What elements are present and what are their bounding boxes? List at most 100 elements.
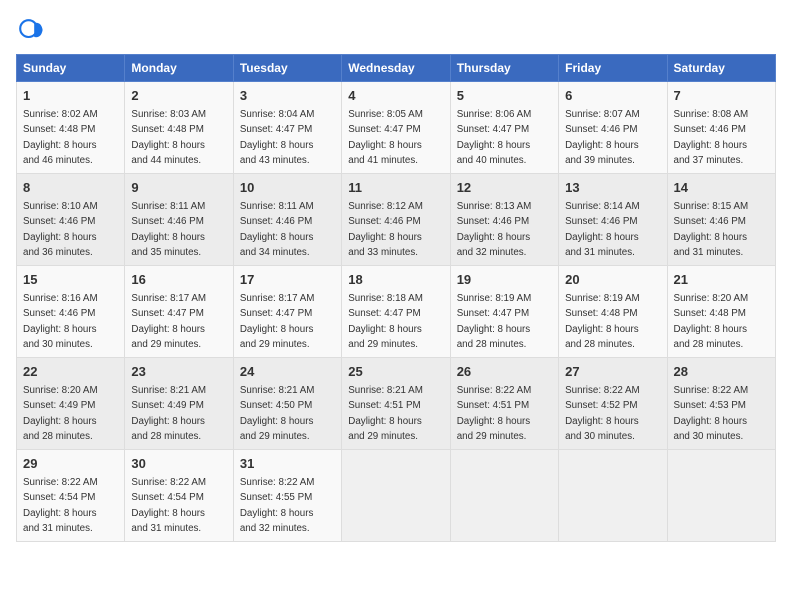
calendar-week-row: 1 Sunrise: 8:02 AMSunset: 4:48 PMDayligh… (17, 82, 776, 174)
calendar-cell: 15 Sunrise: 8:16 AMSunset: 4:46 PMDaylig… (17, 266, 125, 358)
day-number: 24 (240, 363, 335, 381)
day-info: Sunrise: 8:22 AMSunset: 4:55 PMDaylight:… (240, 477, 315, 534)
day-info: Sunrise: 8:02 AMSunset: 4:48 PMDaylight:… (23, 109, 98, 166)
day-header-saturday: Saturday (667, 55, 775, 82)
calendar-cell: 17 Sunrise: 8:17 AMSunset: 4:47 PMDaylig… (233, 266, 341, 358)
calendar-cell: 7 Sunrise: 8:08 AMSunset: 4:46 PMDayligh… (667, 82, 775, 174)
calendar-week-row: 22 Sunrise: 8:20 AMSunset: 4:49 PMDaylig… (17, 358, 776, 450)
calendar-cell: 16 Sunrise: 8:17 AMSunset: 4:47 PMDaylig… (125, 266, 233, 358)
day-info: Sunrise: 8:12 AMSunset: 4:46 PMDaylight:… (348, 201, 423, 258)
calendar-cell: 11 Sunrise: 8:12 AMSunset: 4:46 PMDaylig… (342, 174, 450, 266)
calendar-cell: 5 Sunrise: 8:06 AMSunset: 4:47 PMDayligh… (450, 82, 558, 174)
day-number: 11 (348, 179, 443, 197)
day-info: Sunrise: 8:14 AMSunset: 4:46 PMDaylight:… (565, 201, 640, 258)
day-info: Sunrise: 8:08 AMSunset: 4:46 PMDaylight:… (674, 109, 749, 166)
day-number: 5 (457, 87, 552, 105)
day-number: 16 (131, 271, 226, 289)
day-number: 21 (674, 271, 769, 289)
calendar-cell: 18 Sunrise: 8:18 AMSunset: 4:47 PMDaylig… (342, 266, 450, 358)
day-info: Sunrise: 8:10 AMSunset: 4:46 PMDaylight:… (23, 201, 98, 258)
day-number: 27 (565, 363, 660, 381)
logo (16, 16, 48, 44)
calendar-cell: 13 Sunrise: 8:14 AMSunset: 4:46 PMDaylig… (559, 174, 667, 266)
day-info: Sunrise: 8:16 AMSunset: 4:46 PMDaylight:… (23, 293, 98, 350)
day-number: 18 (348, 271, 443, 289)
day-number: 22 (23, 363, 118, 381)
calendar-cell (450, 450, 558, 542)
day-info: Sunrise: 8:22 AMSunset: 4:54 PMDaylight:… (23, 477, 98, 534)
day-number: 9 (131, 179, 226, 197)
calendar-week-row: 29 Sunrise: 8:22 AMSunset: 4:54 PMDaylig… (17, 450, 776, 542)
day-number: 29 (23, 455, 118, 473)
calendar-cell: 19 Sunrise: 8:19 AMSunset: 4:47 PMDaylig… (450, 266, 558, 358)
day-info: Sunrise: 8:04 AMSunset: 4:47 PMDaylight:… (240, 109, 315, 166)
calendar-week-row: 8 Sunrise: 8:10 AMSunset: 4:46 PMDayligh… (17, 174, 776, 266)
calendar-cell: 27 Sunrise: 8:22 AMSunset: 4:52 PMDaylig… (559, 358, 667, 450)
day-info: Sunrise: 8:15 AMSunset: 4:46 PMDaylight:… (674, 201, 749, 258)
day-number: 6 (565, 87, 660, 105)
calendar-cell (667, 450, 775, 542)
calendar-cell: 29 Sunrise: 8:22 AMSunset: 4:54 PMDaylig… (17, 450, 125, 542)
day-number: 30 (131, 455, 226, 473)
day-info: Sunrise: 8:11 AMSunset: 4:46 PMDaylight:… (131, 201, 205, 258)
calendar-cell: 4 Sunrise: 8:05 AMSunset: 4:47 PMDayligh… (342, 82, 450, 174)
day-number: 17 (240, 271, 335, 289)
day-number: 13 (565, 179, 660, 197)
calendar-cell: 22 Sunrise: 8:20 AMSunset: 4:49 PMDaylig… (17, 358, 125, 450)
day-number: 2 (131, 87, 226, 105)
day-header-tuesday: Tuesday (233, 55, 341, 82)
day-number: 15 (23, 271, 118, 289)
day-header-wednesday: Wednesday (342, 55, 450, 82)
day-number: 12 (457, 179, 552, 197)
day-info: Sunrise: 8:20 AMSunset: 4:49 PMDaylight:… (23, 385, 98, 442)
day-number: 8 (23, 179, 118, 197)
calendar-cell: 25 Sunrise: 8:21 AMSunset: 4:51 PMDaylig… (342, 358, 450, 450)
calendar-cell: 6 Sunrise: 8:07 AMSunset: 4:46 PMDayligh… (559, 82, 667, 174)
day-number: 28 (674, 363, 769, 381)
calendar-cell: 3 Sunrise: 8:04 AMSunset: 4:47 PMDayligh… (233, 82, 341, 174)
day-number: 4 (348, 87, 443, 105)
day-number: 26 (457, 363, 552, 381)
day-number: 25 (348, 363, 443, 381)
day-number: 10 (240, 179, 335, 197)
calendar-cell: 8 Sunrise: 8:10 AMSunset: 4:46 PMDayligh… (17, 174, 125, 266)
day-header-sunday: Sunday (17, 55, 125, 82)
day-info: Sunrise: 8:22 AMSunset: 4:53 PMDaylight:… (674, 385, 749, 442)
day-info: Sunrise: 8:18 AMSunset: 4:47 PMDaylight:… (348, 293, 423, 350)
calendar-cell: 12 Sunrise: 8:13 AMSunset: 4:46 PMDaylig… (450, 174, 558, 266)
calendar-cell: 31 Sunrise: 8:22 AMSunset: 4:55 PMDaylig… (233, 450, 341, 542)
day-number: 1 (23, 87, 118, 105)
day-number: 3 (240, 87, 335, 105)
calendar-cell: 2 Sunrise: 8:03 AMSunset: 4:48 PMDayligh… (125, 82, 233, 174)
calendar-header-row: SundayMondayTuesdayWednesdayThursdayFrid… (17, 55, 776, 82)
day-number: 23 (131, 363, 226, 381)
logo-icon (16, 16, 44, 44)
day-info: Sunrise: 8:19 AMSunset: 4:47 PMDaylight:… (457, 293, 532, 350)
day-number: 20 (565, 271, 660, 289)
day-info: Sunrise: 8:20 AMSunset: 4:48 PMDaylight:… (674, 293, 749, 350)
day-info: Sunrise: 8:11 AMSunset: 4:46 PMDaylight:… (240, 201, 314, 258)
day-info: Sunrise: 8:22 AMSunset: 4:52 PMDaylight:… (565, 385, 640, 442)
day-info: Sunrise: 8:07 AMSunset: 4:46 PMDaylight:… (565, 109, 640, 166)
calendar-cell: 24 Sunrise: 8:21 AMSunset: 4:50 PMDaylig… (233, 358, 341, 450)
calendar-cell: 23 Sunrise: 8:21 AMSunset: 4:49 PMDaylig… (125, 358, 233, 450)
day-info: Sunrise: 8:22 AMSunset: 4:54 PMDaylight:… (131, 477, 206, 534)
calendar-cell: 9 Sunrise: 8:11 AMSunset: 4:46 PMDayligh… (125, 174, 233, 266)
day-number: 19 (457, 271, 552, 289)
calendar-cell: 14 Sunrise: 8:15 AMSunset: 4:46 PMDaylig… (667, 174, 775, 266)
calendar-body: 1 Sunrise: 8:02 AMSunset: 4:48 PMDayligh… (17, 82, 776, 542)
day-header-thursday: Thursday (450, 55, 558, 82)
day-number: 31 (240, 455, 335, 473)
day-info: Sunrise: 8:22 AMSunset: 4:51 PMDaylight:… (457, 385, 532, 442)
calendar-week-row: 15 Sunrise: 8:16 AMSunset: 4:46 PMDaylig… (17, 266, 776, 358)
day-info: Sunrise: 8:21 AMSunset: 4:50 PMDaylight:… (240, 385, 315, 442)
day-info: Sunrise: 8:21 AMSunset: 4:49 PMDaylight:… (131, 385, 206, 442)
day-info: Sunrise: 8:05 AMSunset: 4:47 PMDaylight:… (348, 109, 423, 166)
day-info: Sunrise: 8:19 AMSunset: 4:48 PMDaylight:… (565, 293, 640, 350)
calendar-cell: 28 Sunrise: 8:22 AMSunset: 4:53 PMDaylig… (667, 358, 775, 450)
page-header (16, 16, 776, 44)
day-info: Sunrise: 8:17 AMSunset: 4:47 PMDaylight:… (131, 293, 206, 350)
calendar-cell: 26 Sunrise: 8:22 AMSunset: 4:51 PMDaylig… (450, 358, 558, 450)
calendar-cell: 21 Sunrise: 8:20 AMSunset: 4:48 PMDaylig… (667, 266, 775, 358)
day-number: 7 (674, 87, 769, 105)
